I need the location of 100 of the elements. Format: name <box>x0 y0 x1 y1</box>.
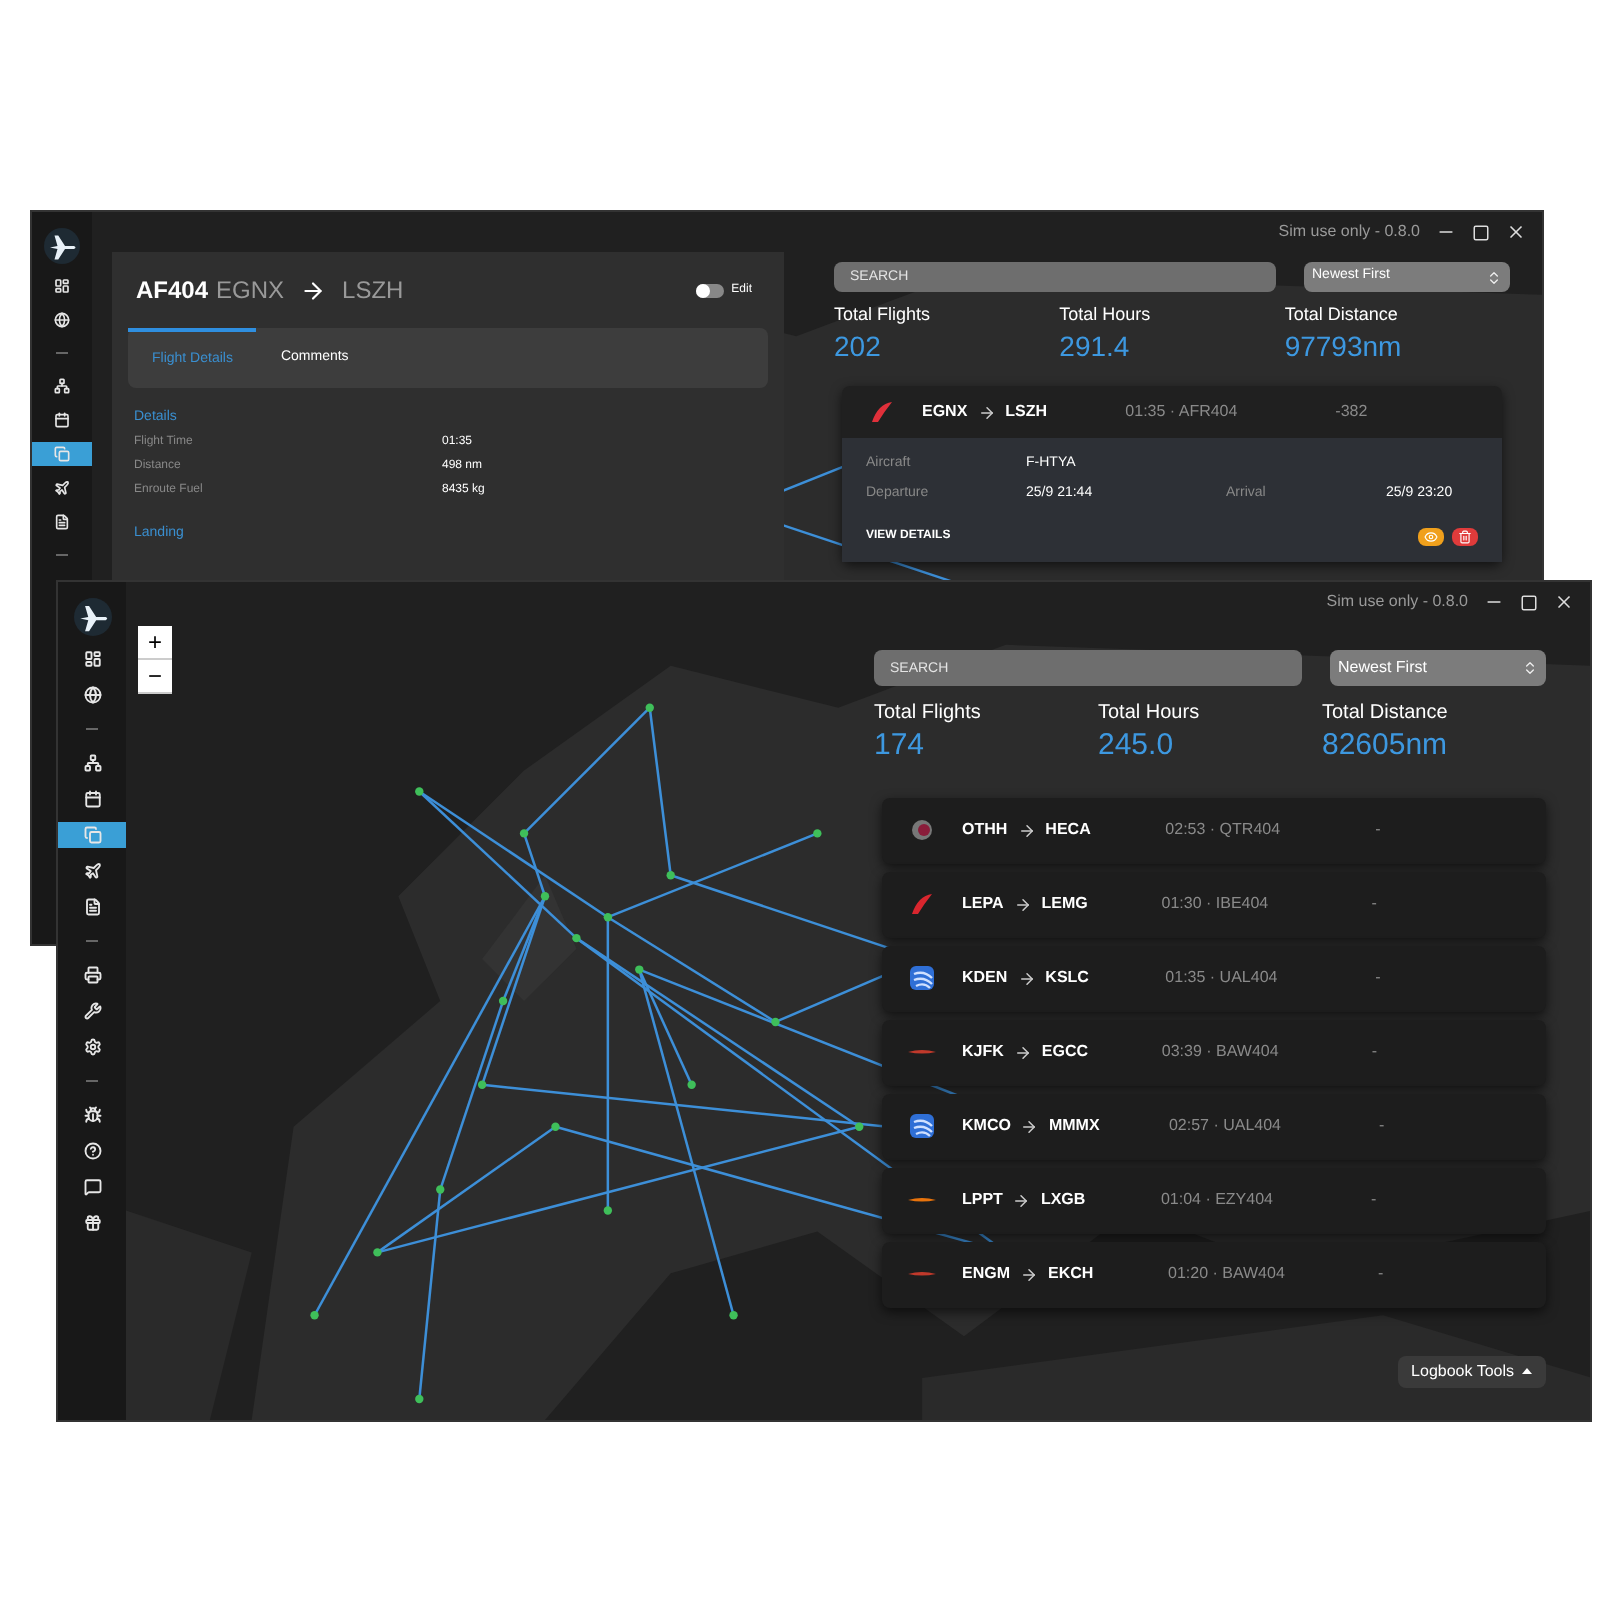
delete-button[interactable] <box>1452 528 1478 546</box>
delta-value: - <box>1378 1262 1384 1287</box>
arrow-icon <box>1020 1117 1039 1136</box>
sort-icon <box>1486 269 1502 285</box>
gift-icon <box>83 1214 101 1232</box>
arrow-icon <box>1017 821 1036 840</box>
globe-icon <box>54 312 70 328</box>
eye-icon <box>1424 530 1438 544</box>
zoom-button[interactable]: − <box>138 660 172 694</box>
stat-label: Total Hours <box>1098 700 1202 728</box>
arrival-code: LSZH <box>342 274 404 308</box>
document-icon <box>83 898 101 916</box>
departure-code: KMCO <box>962 1114 1011 1139</box>
close-icon[interactable] <box>1506 222 1526 242</box>
arrow-icon <box>1017 969 1036 988</box>
zoom-button[interactable]: + <box>138 626 172 660</box>
delta-value: - <box>1371 892 1377 917</box>
arrival-code: LEMG <box>1041 892 1090 917</box>
arrow-icon <box>300 277 327 303</box>
flight-card[interactable]: KDEN KSLC 01:35 · UAL404 - <box>882 945 1546 1012</box>
duration-callsign: 01:30 · IBE404 <box>1161 892 1271 917</box>
bug-icon <box>83 1106 101 1124</box>
sort-dropdown[interactable]: Newest First <box>1330 650 1546 686</box>
network-icon <box>54 378 70 394</box>
duration-callsign: 01:35 · UAL404 <box>1165 966 1280 991</box>
arrow-icon <box>1013 895 1032 914</box>
stat-value: 202 <box>834 329 883 364</box>
dashboard-icon <box>83 650 101 668</box>
arrival-code: EKCH <box>1048 1262 1096 1287</box>
arrow-icon <box>1012 1191 1031 1210</box>
printer-icon <box>83 966 101 984</box>
network-icon <box>83 754 101 772</box>
duration-callsign: 01:04 · EZY404 <box>1160 1188 1275 1213</box>
plane-icon <box>83 862 101 880</box>
stat-label: Total Distance <box>1284 302 1400 328</box>
maximize-icon[interactable] <box>1472 223 1490 241</box>
chat-icon <box>83 1178 101 1196</box>
stat-value: 82605nm <box>1322 728 1450 766</box>
dashboard-icon <box>54 278 70 294</box>
document-icon <box>54 514 70 530</box>
flight-card[interactable]: ENGM EKCH 01:20 · BAW404 - <box>882 1241 1546 1308</box>
flight-card[interactable]: LPPT LXGB 01:04 · EZY404 - <box>882 1167 1546 1234</box>
globe-icon <box>83 686 101 704</box>
stat-value: 97793nm <box>1284 329 1404 364</box>
delta-value: - <box>1375 818 1381 843</box>
flight-title: AF404 <box>136 274 209 308</box>
logbook-icon <box>54 446 70 462</box>
plane-icon <box>54 480 70 496</box>
flight-card[interactable]: OTHH HECA 02:53 · QTR404 - <box>882 797 1546 864</box>
settings-icon <box>83 1038 101 1056</box>
stat-value: 174 <box>874 728 927 766</box>
arrival-code: MMMX <box>1048 1114 1102 1139</box>
flight-card[interactable]: KJFK EGCC 03:39 · BAW404 - <box>882 1019 1546 1086</box>
duration-callsign: 02:53 · QTR404 <box>1165 818 1283 843</box>
version-label: Sim use only - 0.8.0 <box>1326 590 1468 614</box>
maximize-icon[interactable] <box>1520 593 1538 611</box>
edit-toggle[interactable] <box>695 283 724 297</box>
flight-card[interactable]: LEPA LEMG 01:30 · IBE404 - <box>882 871 1546 938</box>
wrench-icon <box>83 1002 101 1020</box>
duration-callsign: 02:57 · UAL404 <box>1168 1114 1283 1139</box>
stat-label: Total Distance <box>1322 700 1450 728</box>
arrival-code: LSZH <box>1005 400 1050 424</box>
sort-icon <box>1522 660 1538 676</box>
stat-label: Total Flights <box>874 700 983 728</box>
duration-callsign: 01:20 · BAW404 <box>1168 1262 1287 1287</box>
flight-card[interactable]: KMCO MMMX 02:57 · UAL404 - <box>882 1093 1546 1160</box>
delta-value: - <box>1375 966 1381 991</box>
delta-value: - <box>1370 1188 1377 1213</box>
arrival-code: LXGB <box>1040 1188 1088 1213</box>
close-icon[interactable] <box>1554 592 1574 612</box>
departure-code: KDEN <box>962 966 1008 991</box>
app-logo <box>73 598 111 636</box>
arrow-icon <box>1020 1265 1038 1284</box>
calendar-icon <box>83 790 101 808</box>
arrival-code: KSLC <box>1045 966 1091 991</box>
calendar-icon <box>54 412 70 428</box>
departure-code: EGNX <box>922 400 968 424</box>
version-label: Sim use only - 0.8.0 <box>1278 220 1420 244</box>
logbook-icon <box>83 826 101 844</box>
delta-value: - <box>1378 1114 1385 1139</box>
delta-value: - <box>1371 1040 1378 1065</box>
arrival-code: EGCC <box>1041 1040 1091 1065</box>
help-icon <box>83 1142 101 1160</box>
departure-code: LEPA <box>962 892 1004 917</box>
trash-icon <box>1458 530 1472 544</box>
view-button[interactable] <box>1418 528 1444 546</box>
stat-value: 245.0 <box>1098 728 1176 766</box>
arrow-icon <box>1013 1043 1032 1062</box>
logbook-tools-button[interactable]: Logbook Tools <box>1397 1355 1546 1388</box>
stat-value: 291.4 <box>1059 329 1132 364</box>
caret-up-icon <box>1522 1368 1532 1375</box>
departure-code: OTHH <box>962 818 1008 843</box>
stat-label: Total Flights <box>834 302 933 328</box>
departure-code: EGNX <box>216 274 285 308</box>
delta-value: -382 <box>1335 400 1368 424</box>
departure-code: ENGM <box>962 1262 1010 1287</box>
departure-code: KJFK <box>962 1040 1004 1065</box>
arrival-code: HECA <box>1045 818 1093 843</box>
duration-callsign: 03:39 · BAW404 <box>1161 1040 1281 1065</box>
stat-label: Total Hours <box>1059 302 1153 328</box>
